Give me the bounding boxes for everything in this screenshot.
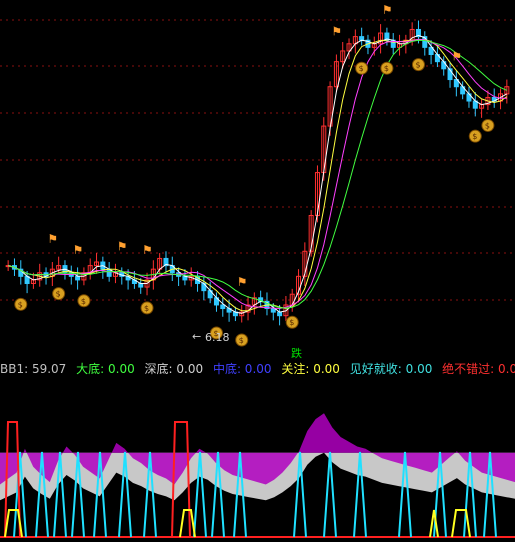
candle-body	[75, 275, 81, 281]
running-person-icon: ⚑	[451, 50, 462, 64]
moving-average-line	[8, 38, 507, 310]
legend-zhongdi: 中底: 0.00	[212, 362, 272, 376]
price-arrow-icon: ←	[192, 330, 202, 343]
legend-juebu: 绝不错过: 0.00	[442, 362, 515, 376]
indicator-yellow-pulse	[179, 509, 196, 538]
legend-jianhao: 见好就收: 0.00	[349, 362, 433, 376]
candle-body	[359, 36, 365, 41]
indicator-legend: BB1: 59.07 大底: 0.00 深底: 0.00 中底: 0.00 关注…	[0, 361, 515, 377]
money-bag-icon: $	[359, 64, 364, 73]
indicator-spike	[323, 451, 337, 538]
money-bag-icon: $	[472, 132, 477, 141]
running-person-icon: ⚑	[73, 243, 84, 257]
moving-average-line	[8, 34, 508, 314]
chart-stage: $ $ $ $ $ $ $ $ $ $ $ $ ⚑ ⚑ ⚑ ⚑ ⚑ ⚑ ⚑ ⚑ ← 6.18 跌 BB1: 59.07…	[0, 0, 515, 542]
running-person-icon: ⚑	[237, 275, 248, 289]
indicator-yellow-pulse	[451, 509, 471, 538]
legend-bb1: BB1: 59.07	[0, 362, 67, 376]
tag-label: 跌	[291, 347, 302, 360]
moving-average-line	[8, 39, 507, 309]
running-person-icon: ⚑	[142, 243, 153, 257]
candle-body	[277, 311, 283, 317]
money-bag-icon: $	[144, 304, 149, 313]
candle-body	[138, 282, 144, 288]
candlestick-chart: $$$$$$$$ $ $$$⚑⚑ ⚑ ⚑⚑⚑⚑⚑	[0, 3, 515, 347]
money-bag-icon: $	[81, 297, 86, 306]
candle-body	[270, 308, 276, 313]
money-bag-icon: $	[56, 290, 61, 299]
low-price-label: 6.18	[205, 331, 230, 344]
running-person-icon: ⚑	[382, 3, 393, 17]
legend-shendi: 深底: 0.00	[144, 362, 204, 376]
legend-guanzhu: 关注: 0.00	[281, 362, 340, 376]
moving-average-line	[8, 39, 508, 312]
indicator-chart	[0, 413, 515, 538]
candle-body	[220, 304, 226, 310]
candle-body	[441, 61, 447, 70]
money-bag-icon: $	[485, 121, 490, 130]
running-person-icon: ⚑	[117, 239, 128, 253]
running-person-icon: ⚑	[47, 232, 58, 246]
money-bag-icon: $	[384, 64, 389, 73]
money-bag-icon: $	[239, 336, 244, 345]
money-bag-icon: $	[415, 61, 420, 70]
money-bag-icon: $	[289, 318, 294, 327]
legend-dadi: 大底: 0.00	[76, 362, 135, 376]
money-bag-icon: $	[18, 300, 23, 309]
running-person-icon: ⚑	[331, 25, 342, 39]
